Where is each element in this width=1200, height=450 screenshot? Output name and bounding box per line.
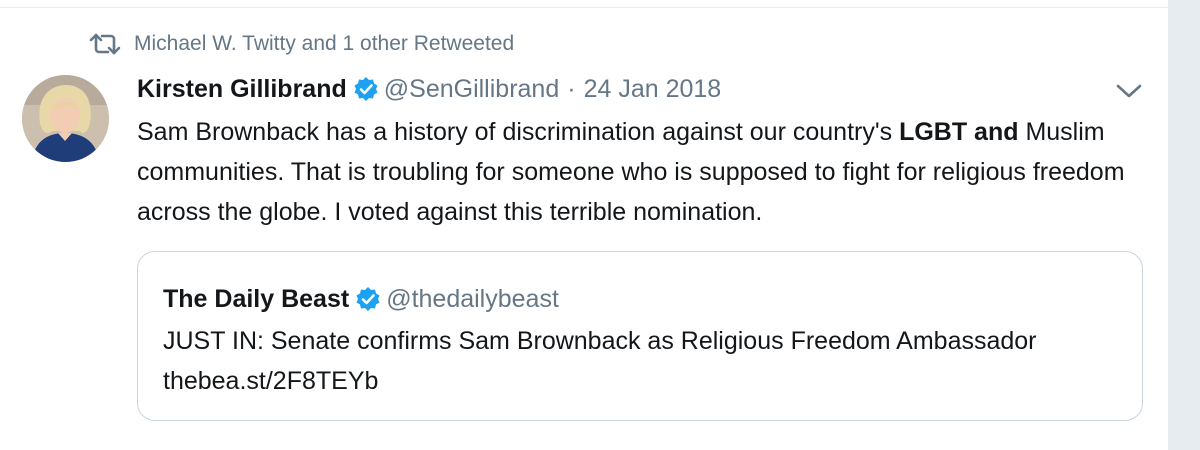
top-divider: [0, 7, 1168, 8]
tweet-text: Sam Brownback has a history of discrimin…: [137, 112, 1147, 232]
quote-text: JUST IN: Senate confirms Sam Brownback a…: [163, 327, 1037, 395]
tweet-header: Kirsten Gillibrand @SenGillibrand · 24 J…: [137, 72, 721, 106]
retweet-context-text: Michael W. Twitty and 1 other Retweeted: [134, 32, 515, 55]
avatar[interactable]: [22, 75, 109, 162]
author-handle[interactable]: @SenGillibrand: [384, 75, 559, 104]
separator-dot: ·: [567, 74, 576, 103]
scrollbar-gutter[interactable]: [1168, 0, 1200, 450]
quote-author-handle[interactable]: @thedailybeast: [386, 285, 559, 314]
retweet-icon: [88, 32, 122, 56]
retweet-context[interactable]: Michael W. Twitty and 1 other Retweeted: [88, 30, 514, 58]
quote-author-name[interactable]: The Daily Beast: [163, 285, 349, 314]
tweet-date[interactable]: 24 Jan 2018: [584, 75, 722, 104]
verified-badge-icon: [355, 286, 381, 312]
author-name[interactable]: Kirsten Gillibrand: [137, 75, 347, 104]
quoted-tweet-card[interactable]: The Daily Beast @thedailybeast JUST IN: …: [137, 251, 1143, 421]
tweet-text-part1: Sam Brownback has a history of discrimin…: [137, 118, 900, 146]
chevron-down-icon[interactable]: [1114, 80, 1144, 102]
tweet-text-bold: LGBT and: [899, 118, 1019, 146]
quote-header: The Daily Beast @thedailybeast: [163, 282, 559, 316]
verified-badge-icon: [353, 76, 379, 102]
